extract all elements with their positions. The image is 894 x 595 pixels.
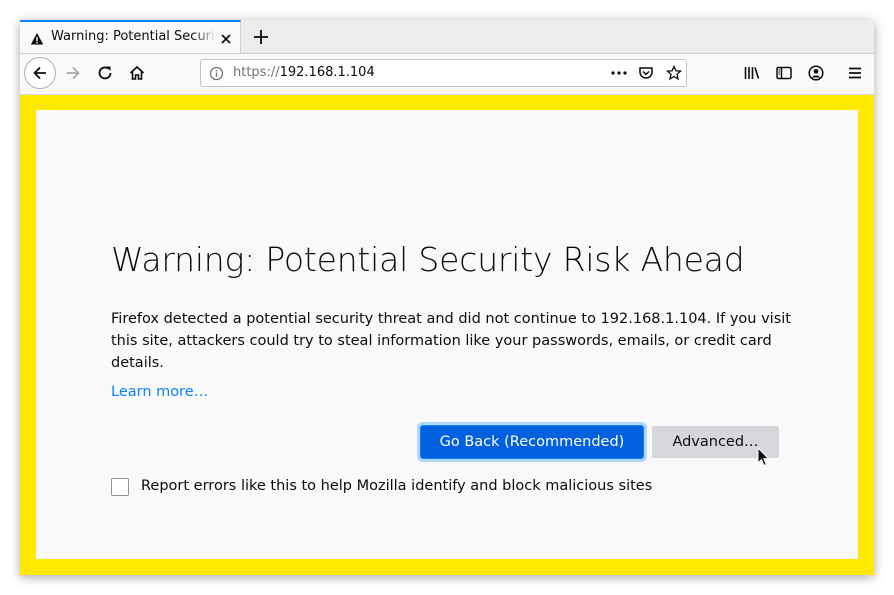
tab-close-icon[interactable] xyxy=(219,31,233,50)
tab-title: Warning: Potential Security Risk Ahead xyxy=(51,29,217,44)
report-errors-label[interactable]: Report errors like this to help Mozilla … xyxy=(141,478,652,494)
account-icon[interactable] xyxy=(807,64,825,82)
tab-active[interactable]: Warning: Potential Security Risk Ahead xyxy=(20,20,241,53)
error-page: Warning: Potential Security Risk Ahead F… xyxy=(36,110,858,559)
warning-icon xyxy=(30,31,44,50)
menu-icon[interactable] xyxy=(846,64,864,82)
library-icon[interactable] xyxy=(743,64,761,82)
warning-frame: Warning: Potential Security Risk Ahead F… xyxy=(20,95,874,575)
browser-window: Warning: Potential Security Risk Ahead h… xyxy=(20,20,874,575)
url-scheme: https:// xyxy=(233,65,280,80)
tab-strip: Warning: Potential Security Risk Ahead xyxy=(20,20,874,54)
report-errors-checkbox[interactable] xyxy=(111,478,129,496)
new-tab-icon[interactable] xyxy=(251,27,271,47)
page-actions-icon[interactable] xyxy=(610,65,628,85)
back-button[interactable] xyxy=(24,57,56,89)
url-bar[interactable]: https://192.168.1.104 xyxy=(200,59,687,87)
learn-more-link[interactable]: Learn more… xyxy=(111,384,208,400)
bookmark-star-icon[interactable] xyxy=(665,64,683,85)
back-icon xyxy=(33,66,46,80)
forward-icon[interactable] xyxy=(64,64,82,82)
home-icon[interactable] xyxy=(128,64,146,82)
info-icon[interactable] xyxy=(209,66,224,85)
url-host: 192.168.1.104 xyxy=(279,65,375,80)
pocket-icon[interactable] xyxy=(638,65,654,85)
mouse-pointer-icon xyxy=(757,446,770,471)
url-text[interactable]: https://192.168.1.104 xyxy=(233,65,375,80)
go-back-button[interactable]: Go Back (Recommended) xyxy=(421,426,643,458)
sidebar-icon[interactable] xyxy=(775,64,793,82)
error-description: Firefox detected a potential security th… xyxy=(111,311,791,371)
navigation-toolbar: https://192.168.1.104 xyxy=(20,54,874,95)
page-title: Warning: Potential Security Risk Ahead xyxy=(111,240,745,279)
reload-icon[interactable] xyxy=(96,64,114,82)
